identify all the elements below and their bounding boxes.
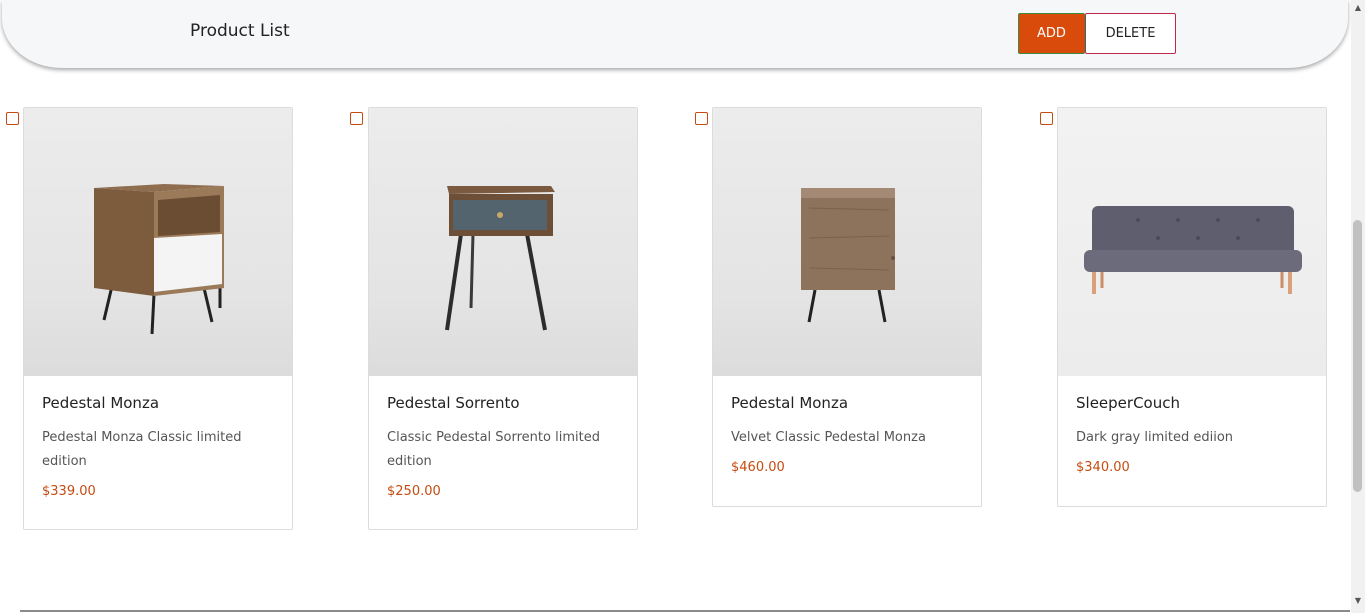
product-checkbox[interactable] xyxy=(6,112,19,125)
nightstand-with-drawer-image xyxy=(24,108,292,376)
product-checkbox[interactable] xyxy=(1040,112,1053,125)
product-card[interactable]: Pedestal Sorrento Classic Pedestal Sorre… xyxy=(368,107,638,530)
product-checkbox[interactable] xyxy=(695,112,708,125)
product-card-body: Pedestal Monza Velvet Classic Pedestal M… xyxy=(713,376,981,475)
product-card[interactable]: Pedestal Monza Velvet Classic Pedestal M… xyxy=(712,107,982,507)
scroll-down-icon[interactable]: ▼ xyxy=(1353,595,1363,605)
product-name: Pedestal Monza xyxy=(42,394,160,412)
product-price: $460.00 xyxy=(731,460,785,475)
side-table-with-drawer-image xyxy=(369,108,637,376)
delete-button[interactable]: DELETE xyxy=(1085,13,1176,54)
page: Product List ADD DELETE Pedestal Monza P… xyxy=(0,0,1365,613)
product-description: Pedestal Monza Classic limited edition xyxy=(42,430,242,469)
product-card-body: Pedestal Monza Pedestal Monza Classic li… xyxy=(24,376,292,499)
product-price: $339.00 xyxy=(42,484,96,499)
product-description: Dark gray limited ediion xyxy=(1076,430,1234,445)
product-description: Classic Pedestal Sorrento limited editio… xyxy=(387,430,600,469)
scrollbar-thumb[interactable] xyxy=(1353,220,1362,492)
product-card[interactable]: Pedestal Monza Pedestal Monza Classic li… xyxy=(23,107,293,530)
product-name: SleeperCouch xyxy=(1076,394,1180,412)
product-name: Pedestal Monza xyxy=(731,394,849,412)
add-button[interactable]: ADD xyxy=(1018,13,1085,54)
product-price: $250.00 xyxy=(387,484,441,499)
gray-sofa-image xyxy=(1058,108,1326,376)
product-description: Velvet Classic Pedestal Monza xyxy=(731,430,926,445)
product-card[interactable]: SleeperCouch Dark gray limited ediion $3… xyxy=(1057,107,1327,507)
page-title: Product List xyxy=(190,21,290,41)
product-price: $340.00 xyxy=(1076,460,1130,475)
product-checkbox[interactable] xyxy=(350,112,363,125)
divider xyxy=(20,610,1350,612)
product-card-body: Pedestal Sorrento Classic Pedestal Sorre… xyxy=(369,376,637,499)
product-card-body: SleeperCouch Dark gray limited ediion $3… xyxy=(1058,376,1326,475)
scroll-up-icon[interactable]: ▲ xyxy=(1353,2,1363,12)
product-name: Pedestal Sorrento xyxy=(387,394,520,412)
header-bar: Product List ADD DELETE xyxy=(2,0,1348,68)
cabinet-nightstand-image xyxy=(713,108,981,376)
